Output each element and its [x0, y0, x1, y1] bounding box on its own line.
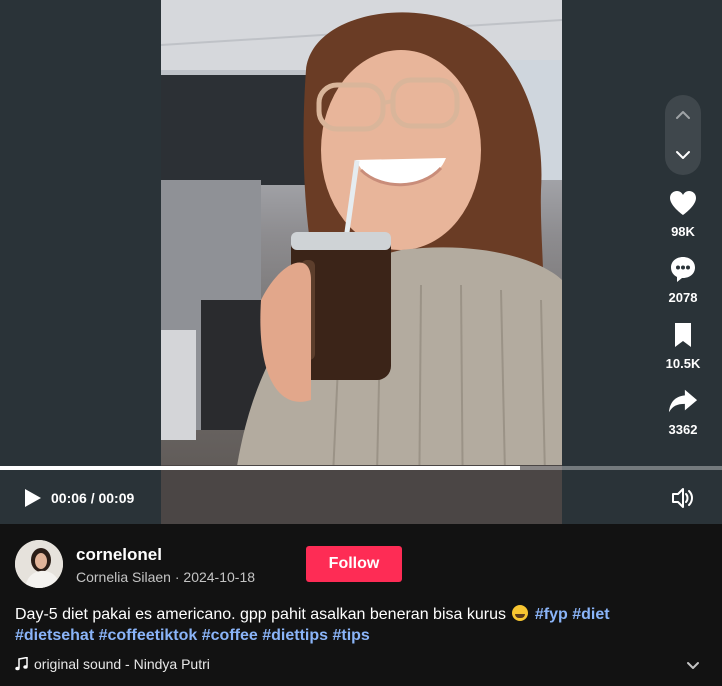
chevron-up-icon — [676, 111, 690, 119]
save-count: 10.5K — [665, 356, 701, 371]
video-frame[interactable] — [161, 0, 562, 524]
video-info-panel: cornelonel Cornelia Silaen · 2024-10-18 … — [0, 524, 722, 686]
play-button[interactable] — [20, 486, 44, 510]
share-count: 3362 — [668, 422, 698, 437]
chevron-down-icon — [676, 151, 690, 159]
heart-icon — [670, 191, 696, 215]
previous-video-button[interactable] — [665, 95, 701, 135]
caption-text: Day-5 diet pakai es americano. gpp pahit… — [15, 606, 506, 623]
video-caption: Day-5 diet pakai es americano. gpp pahit… — [15, 604, 665, 646]
volume-button[interactable] — [670, 486, 696, 510]
video-player[interactable]: 00:06 / 00:09 98K 2078 10.5K 3362 — [0, 0, 722, 524]
comment-count: 2078 — [668, 290, 698, 305]
progress-fill — [0, 466, 520, 470]
sound-label: original sound - Nindya Putri — [34, 656, 210, 672]
hashtag-link[interactable]: #diettips — [262, 627, 328, 644]
avatar[interactable] — [15, 540, 63, 588]
like-count: 98K — [671, 224, 695, 239]
volume-icon — [672, 488, 693, 508]
hashtag-link[interactable]: #diet — [572, 606, 609, 623]
music-note-icon — [15, 657, 28, 671]
chevron-down-icon — [687, 662, 699, 669]
hashtag-link[interactable]: #coffeetiktok — [99, 627, 198, 644]
expand-button[interactable] — [684, 659, 702, 673]
share-action: 3362 — [652, 386, 714, 437]
crying-face-icon — [512, 605, 529, 621]
hashtag-link[interactable]: #tips — [332, 627, 369, 644]
play-icon — [25, 489, 41, 507]
like-button[interactable] — [668, 188, 698, 218]
comment-button[interactable] — [668, 254, 698, 284]
bookmark-icon — [675, 323, 691, 347]
comment-action: 2078 — [652, 254, 714, 305]
hashtag-link[interactable]: #fyp — [535, 606, 568, 623]
author-display-name: Cornelia Silaen — [76, 569, 171, 585]
hashtag-link[interactable]: #coffee — [202, 627, 258, 644]
avatar-image — [15, 540, 63, 588]
time-display: 00:06 / 00:09 — [51, 490, 135, 506]
next-video-button[interactable] — [665, 135, 701, 175]
save-button[interactable] — [668, 320, 698, 350]
sound-link[interactable]: original sound - Nindya Putri — [15, 656, 210, 672]
follow-button[interactable]: Follow — [306, 546, 402, 582]
author-username[interactable]: cornelonel — [76, 545, 162, 565]
author-meta: Cornelia Silaen · 2024-10-18 — [76, 569, 255, 585]
share-button[interactable] — [668, 386, 698, 416]
comment-icon — [671, 257, 695, 282]
video-still-image — [161, 0, 562, 524]
like-action: 98K — [652, 188, 714, 239]
hashtag-link[interactable]: #dietsehat — [15, 627, 94, 644]
post-date: 2024-10-18 — [183, 569, 256, 585]
video-navigation — [665, 95, 701, 175]
save-action: 10.5K — [652, 320, 714, 371]
share-arrow-icon — [668, 389, 698, 413]
progress-bar[interactable] — [0, 466, 722, 470]
